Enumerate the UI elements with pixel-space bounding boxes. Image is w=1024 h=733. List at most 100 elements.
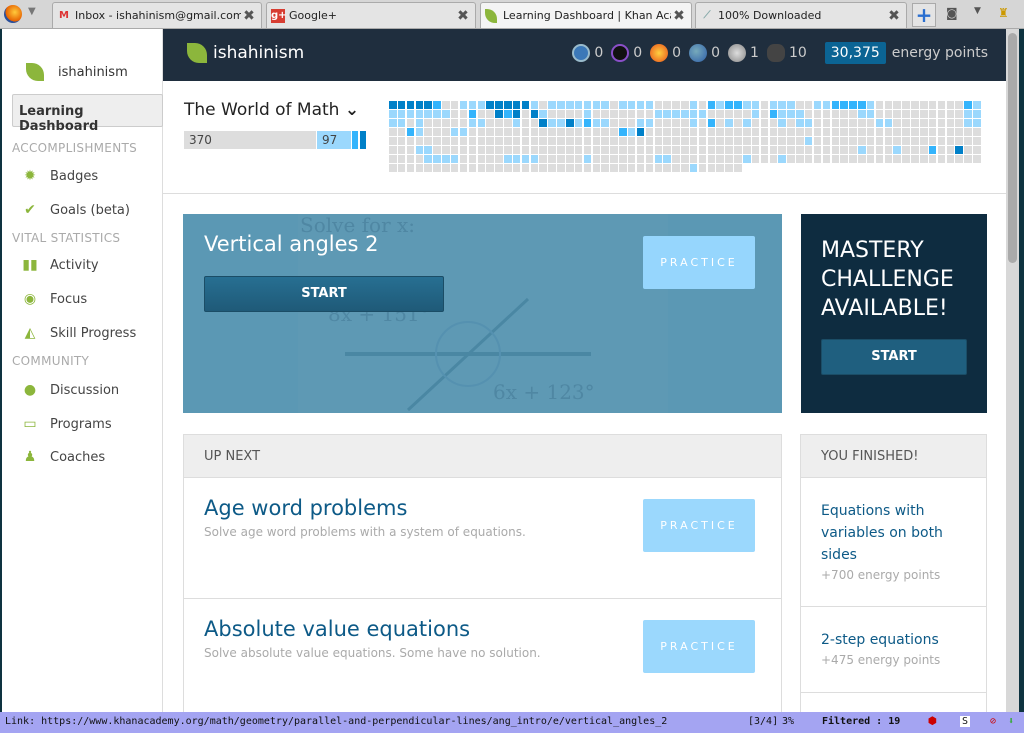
skill-cell[interactable] bbox=[796, 137, 804, 145]
skill-cell[interactable] bbox=[911, 119, 919, 127]
skill-cell[interactable] bbox=[840, 128, 848, 136]
skill-cell[interactable] bbox=[406, 146, 415, 154]
skill-cell[interactable] bbox=[884, 146, 893, 154]
skill-cell[interactable] bbox=[512, 110, 521, 118]
firefox-menu-icon[interactable] bbox=[4, 5, 22, 23]
skill-cell[interactable] bbox=[707, 128, 716, 136]
skill-cell[interactable] bbox=[787, 155, 795, 163]
skill-cell[interactable] bbox=[397, 101, 406, 109]
skill-cell[interactable] bbox=[495, 155, 503, 163]
skill-cell[interactable] bbox=[442, 110, 450, 118]
skill-cell[interactable] bbox=[902, 110, 910, 118]
skill-cell[interactable] bbox=[743, 155, 751, 163]
skill-cell[interactable] bbox=[477, 128, 485, 136]
skill-cell[interactable] bbox=[397, 119, 406, 127]
skill-cell[interactable] bbox=[406, 128, 415, 136]
skill-cell[interactable] bbox=[831, 101, 839, 109]
skill-cell[interactable] bbox=[521, 155, 530, 163]
skill-cell[interactable] bbox=[627, 137, 636, 145]
skill-cell[interactable] bbox=[858, 146, 866, 154]
skill-cell[interactable] bbox=[689, 128, 698, 136]
skill-cell[interactable] bbox=[459, 128, 468, 136]
skill-cell[interactable] bbox=[698, 128, 707, 136]
skill-cell[interactable] bbox=[831, 119, 839, 127]
skill-cell[interactable] bbox=[636, 119, 645, 127]
skill-cell[interactable] bbox=[459, 119, 468, 127]
skill-cell[interactable] bbox=[619, 155, 627, 163]
skill-cell[interactable] bbox=[459, 110, 468, 118]
skill-cell[interactable] bbox=[433, 137, 441, 145]
skill-cell[interactable] bbox=[557, 119, 565, 127]
skill-cell[interactable] bbox=[610, 119, 618, 127]
skill-cell[interactable] bbox=[681, 110, 689, 118]
skill-cell[interactable] bbox=[858, 155, 866, 163]
skill-cell[interactable] bbox=[937, 128, 946, 136]
skill-cell[interactable] bbox=[760, 137, 769, 145]
skill-link[interactable]: Age word problems bbox=[204, 496, 407, 520]
skill-cell[interactable] bbox=[734, 137, 742, 145]
skill-cell[interactable] bbox=[946, 128, 955, 136]
practice-button[interactable]: PRACTICE bbox=[643, 620, 755, 673]
skill-cell[interactable] bbox=[574, 137, 583, 145]
skill-cell[interactable] bbox=[654, 110, 662, 118]
sidebar-item-activity[interactable]: ▮▮ Activity bbox=[22, 257, 98, 273]
skill-cell[interactable] bbox=[406, 101, 415, 109]
skill-cell[interactable] bbox=[468, 137, 477, 145]
skill-cell[interactable] bbox=[654, 155, 662, 163]
skill-cell[interactable] bbox=[459, 101, 468, 109]
skill-cell[interactable] bbox=[734, 101, 742, 109]
skill-cell[interactable] bbox=[681, 164, 689, 172]
skill-cell[interactable] bbox=[539, 101, 547, 109]
skill-cell[interactable] bbox=[866, 110, 875, 118]
skill-cell[interactable] bbox=[973, 110, 981, 118]
skill-cell[interactable] bbox=[672, 128, 680, 136]
skill-cell[interactable] bbox=[406, 137, 415, 145]
skill-cell[interactable] bbox=[627, 119, 636, 127]
close-icon[interactable]: ✖ bbox=[671, 8, 687, 24]
badge-counts[interactable]: 0 0 0 0 1 10 30,375 energy points bbox=[564, 42, 988, 64]
skill-cell[interactable] bbox=[486, 119, 494, 127]
skill-cell[interactable] bbox=[477, 146, 485, 154]
skill-cell[interactable] bbox=[424, 101, 432, 109]
skill-cell[interactable] bbox=[734, 110, 742, 118]
skill-cell[interactable] bbox=[566, 146, 574, 154]
skill-cell[interactable] bbox=[734, 146, 742, 154]
skill-cell[interactable] bbox=[804, 128, 813, 136]
skill-cell[interactable] bbox=[849, 101, 857, 109]
skill-cell[interactable] bbox=[610, 110, 618, 118]
skill-cell[interactable] bbox=[760, 101, 769, 109]
skill-cell[interactable] bbox=[601, 146, 609, 154]
skill-cell[interactable] bbox=[663, 128, 671, 136]
skill-cell[interactable] bbox=[849, 146, 857, 154]
skill-cell[interactable] bbox=[920, 110, 928, 118]
skill-cell[interactable] bbox=[769, 119, 778, 127]
skill-cell[interactable] bbox=[486, 146, 494, 154]
skill-cell[interactable] bbox=[689, 146, 698, 154]
skill-cell[interactable] bbox=[822, 155, 831, 163]
skill-cell[interactable] bbox=[592, 137, 601, 145]
sidebar-item-skill-progress[interactable]: ◭ Skill Progress bbox=[22, 325, 137, 341]
skill-cell[interactable] bbox=[787, 137, 795, 145]
skill-cell[interactable] bbox=[902, 146, 910, 154]
skill-cell[interactable] bbox=[592, 164, 601, 172]
close-icon[interactable]: ✖ bbox=[886, 8, 902, 24]
skill-cell[interactable] bbox=[415, 110, 424, 118]
skill-cell[interactable] bbox=[601, 128, 609, 136]
skill-cell[interactable] bbox=[955, 101, 963, 109]
skill-cell[interactable] bbox=[778, 110, 786, 118]
skill-cell[interactable] bbox=[698, 155, 707, 163]
skill-cell[interactable] bbox=[468, 155, 477, 163]
skill-cell[interactable] bbox=[672, 164, 680, 172]
skill-cell[interactable] bbox=[804, 119, 813, 127]
skill-cell[interactable] bbox=[636, 101, 645, 109]
skill-cell[interactable] bbox=[636, 164, 645, 172]
chevron-down-icon[interactable]: ▼ bbox=[28, 6, 36, 17]
skill-cell[interactable] bbox=[406, 110, 415, 118]
skill-cell[interactable] bbox=[486, 164, 494, 172]
skill-cell[interactable] bbox=[769, 101, 778, 109]
skill-cell[interactable] bbox=[442, 146, 450, 154]
skill-cell[interactable] bbox=[636, 128, 645, 136]
skill-cell[interactable] bbox=[884, 128, 893, 136]
skill-cell[interactable] bbox=[645, 119, 654, 127]
skill-cell[interactable] bbox=[477, 164, 485, 172]
